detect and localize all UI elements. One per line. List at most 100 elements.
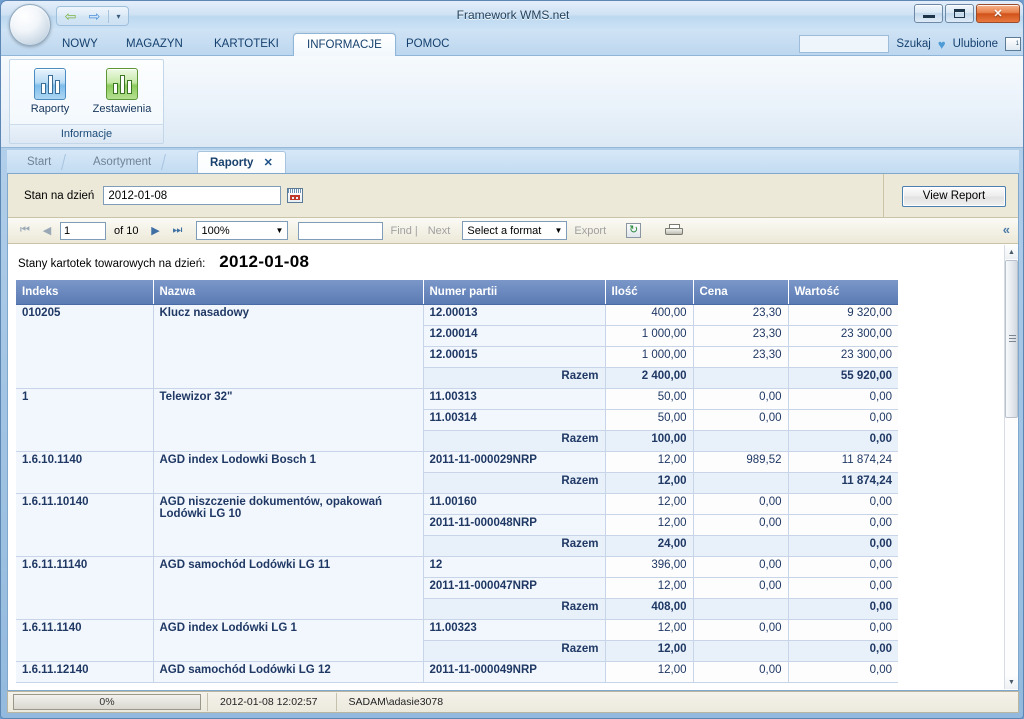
cell-cena [693,472,788,493]
search-input[interactable] [799,35,889,53]
cell-ilosc: 12,00 [605,451,693,472]
doc-tab-start[interactable]: Start [15,151,63,174]
cell-nazwa: AGD index Lodówki LG 1 [153,619,423,661]
cell-numer-partii: 2011-11-000047NRP [423,577,605,598]
cell-ilosc: 12,00 [605,619,693,640]
page-number-input[interactable] [60,222,106,240]
calendar-picker-icon[interactable] [287,188,303,203]
ribbon-button-raporty-label: Raporty [31,103,70,115]
scrollbar-thumb[interactable] [1005,260,1018,418]
cell-wartosc: 23 300,00 [788,325,898,346]
chevron-down-icon: ▼ [554,222,562,240]
cell-nazwa: AGD samochód Lodówki LG 12 [153,661,423,682]
cell-ilosc: 50,00 [605,388,693,409]
ribbon-tab-magazyn[interactable]: MAGAZYN [113,33,196,56]
cell-ilosc: 400,00 [605,304,693,325]
date-parameter-label: Stan na dzień [24,190,94,202]
ribbon-button-raporty[interactable]: Raporty [17,66,83,115]
cell-nazwa: AGD samochód Lodówki LG 11 [153,556,423,619]
zoom-level-value: 100% [201,222,229,240]
maximize-icon [954,9,965,18]
ribbon-tab-informacje[interactable]: INFORMACJE [293,33,396,56]
ribbon-tab-nowy[interactable]: NOWY [49,33,111,56]
report-vertical-scrollbar[interactable]: ▲ ▼ [1004,245,1017,689]
cell-indeks: 1.6.11.10140 [16,493,153,556]
printer-icon[interactable] [665,224,683,237]
view-report-button[interactable]: View Report [902,186,1006,207]
export-format-value: Select a format [467,222,541,240]
table-row: 1.6.11.1140AGD index Lodówki LG 111.0032… [16,619,898,640]
cell-cena: 23,30 [693,325,788,346]
find-next-separator: | [415,225,418,237]
last-page-button[interactable]: ⏭ [166,220,188,242]
cell-cena: 0,00 [693,388,788,409]
cell-ilosc: 12,00 [605,661,693,682]
page-count-label: of 10 [114,225,138,237]
cell-cena [693,535,788,556]
previous-page-button[interactable]: ◀ [36,220,58,242]
cell-cena: 0,00 [693,409,788,430]
parameter-divider [883,174,884,217]
ribbon-body: Raporty Zestawienia Informacje [1,56,1024,148]
doc-tab-raporty[interactable]: Raporty ✕ [197,151,286,174]
next-page-button[interactable]: ▶ [144,220,166,242]
export-format-select[interactable]: Select a format ▼ [462,221,567,240]
cell-cena: 0,00 [693,577,788,598]
cell-wartosc: 0,00 [788,409,898,430]
doc-tab-close-icon[interactable]: ✕ [264,157,273,169]
column-header-nazwa: Nazwa [153,280,423,304]
ribbon-button-zestawienia[interactable]: Zestawienia [89,66,155,115]
cell-cena: 0,00 [693,493,788,514]
table-row: 010205Klucz nasadowy12.00013400,0023,309… [16,304,898,325]
calendar-mini-icon[interactable]: 1 [1005,37,1021,51]
collapse-toolbar-icon[interactable]: « [1003,222,1010,237]
search-label[interactable]: Szukaj [896,38,931,50]
cell-numer-partii: Razem [423,640,605,661]
next-link[interactable]: Next [428,225,451,237]
favourites-label[interactable]: Ulubione [953,38,998,50]
scroll-down-icon[interactable]: ▼ [1005,675,1018,689]
cell-numer-partii: 12.00015 [423,346,605,367]
cell-wartosc: 0,00 [788,430,898,451]
date-parameter-input[interactable] [103,186,281,205]
cell-ilosc: 396,00 [605,556,693,577]
printer-body [665,228,683,235]
cell-numer-partii: 12.00013 [423,304,605,325]
ribbon-group-items: Raporty Zestawienia [10,60,163,115]
doc-tab-divider [61,154,66,170]
application-window: ⇦ ⇨ ▾ Framework WMS.net ✕ NOWY MAGAZYN K… [0,0,1024,719]
cell-wartosc: 0,00 [788,640,898,661]
ribbon-tab-pomoc[interactable]: POMOC [393,33,462,56]
refresh-icon[interactable]: ↻ [626,223,641,238]
cell-numer-partii: 2011-11-000048NRP [423,514,605,535]
first-page-button[interactable]: ⏮ [14,220,36,242]
ribbon-tab-kartoteki[interactable]: KARTOTEKI [201,33,292,56]
close-button[interactable]: ✕ [976,4,1020,23]
doc-tab-asortyment[interactable]: Asortyment [81,151,163,174]
doc-tab-raporty-label: Raporty [210,157,253,169]
find-input[interactable] [298,222,383,240]
table-row: 1.6.11.12140AGD samochód Lodówki LG 1220… [16,661,898,682]
cell-indeks: 1.6.10.1140 [16,451,153,493]
title-bar: ⇦ ⇨ ▾ Framework WMS.net ✕ [1,1,1024,31]
progress-bar: 0% [13,694,201,710]
export-link[interactable]: Export [574,225,606,237]
status-timestamp: 2012-01-08 12:02:57 [208,696,330,708]
find-link[interactable]: Find [390,225,411,237]
cell-cena: 0,00 [693,661,788,682]
window-title: Framework WMS.net [1,8,1024,22]
column-header-cena: Cena [693,280,788,304]
bar-chart-green-icon [106,68,138,100]
report-viewer: Stan na dzień View Report ⏮ ◀ of 10 ▶ ⏭ … [7,173,1019,691]
favourites-heart-icon[interactable]: ♥ [938,37,946,52]
maximize-button[interactable] [945,4,974,23]
cell-indeks: 1.6.11.12140 [16,661,153,682]
minimize-icon [923,15,935,18]
zoom-level-select[interactable]: 100% ▼ [196,221,288,240]
cell-ilosc: 100,00 [605,430,693,451]
cell-wartosc: 0,00 [788,493,898,514]
scroll-up-icon[interactable]: ▲ [1005,245,1018,259]
minimize-button[interactable] [914,4,943,23]
cell-nazwa: AGD niszczenie dokumentów, opakowań Lodó… [153,493,423,556]
application-orb-button[interactable] [9,4,51,46]
